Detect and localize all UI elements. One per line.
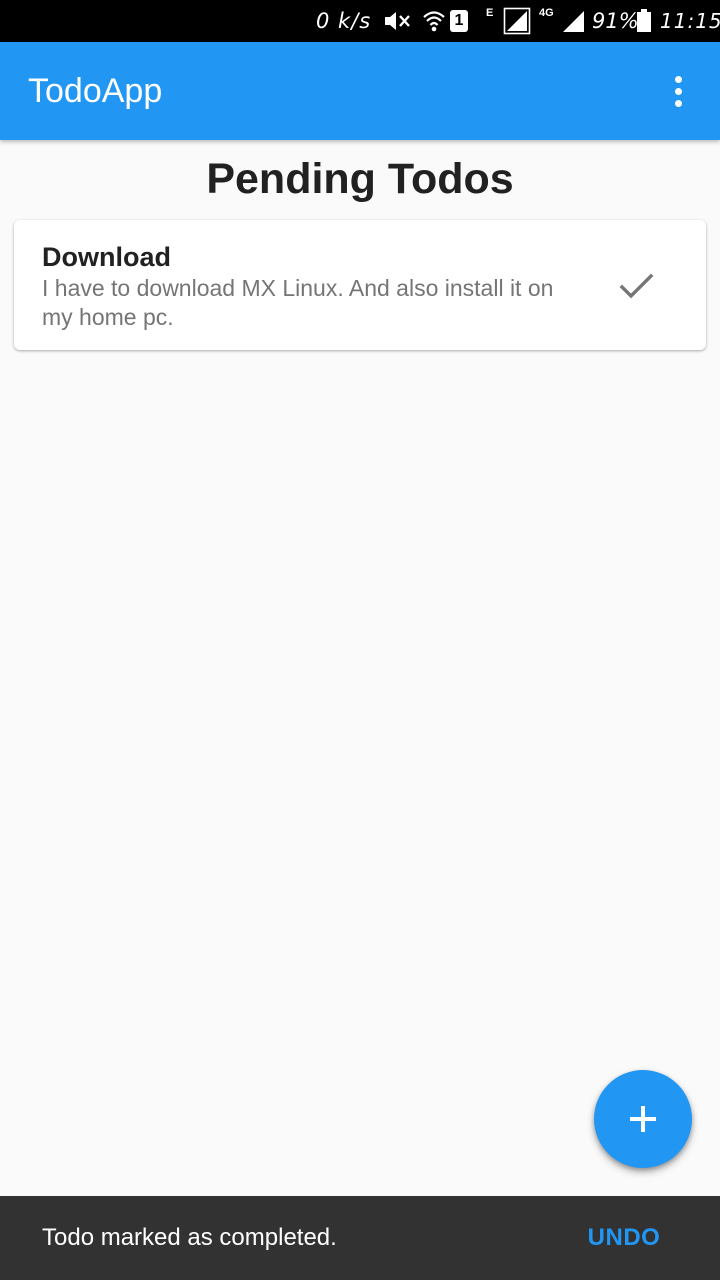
network-speed: 0 k/s: [316, 9, 372, 33]
sim-slot-badge: 1: [450, 10, 468, 32]
signal-icon: [503, 0, 531, 42]
app-bar: TodoApp: [0, 42, 720, 140]
snackbar: Todo marked as completed. UNDO: [0, 1196, 720, 1280]
todo-app-screen: 0 k/s 1 E 4G 91% 11:15 TodoApp Pending T…: [0, 0, 720, 1280]
status-bar: 0 k/s 1 E 4G 91% 11:15: [0, 0, 720, 42]
mark-complete-button[interactable]: [610, 260, 662, 312]
app-title: TodoApp: [28, 72, 163, 110]
battery-icon: [636, 0, 652, 42]
battery-percentage: 91%: [592, 9, 639, 33]
network-type-label: E: [486, 7, 494, 19]
todo-title: Download: [42, 242, 171, 272]
signal-icon: [562, 0, 586, 42]
todo-description: I have to download MX Linux. And also in…: [42, 275, 554, 330]
mute-icon: [382, 0, 412, 42]
add-icon: [630, 1106, 656, 1132]
snackbar-message: Todo marked as completed.: [42, 1224, 337, 1251]
clock: 11:15: [660, 9, 720, 33]
page-title: Pending Todos: [206, 155, 514, 203]
add-todo-button[interactable]: [594, 1070, 692, 1168]
check-icon: [619, 273, 654, 299]
todo-card[interactable]: Download I have to download MX Linux. An…: [14, 220, 706, 350]
more-vert-icon: [674, 75, 682, 107]
more-options-button[interactable]: [654, 67, 702, 115]
network-type-label: 4G: [539, 7, 554, 19]
wifi-icon: [422, 0, 446, 42]
undo-button[interactable]: UNDO: [572, 1210, 676, 1266]
